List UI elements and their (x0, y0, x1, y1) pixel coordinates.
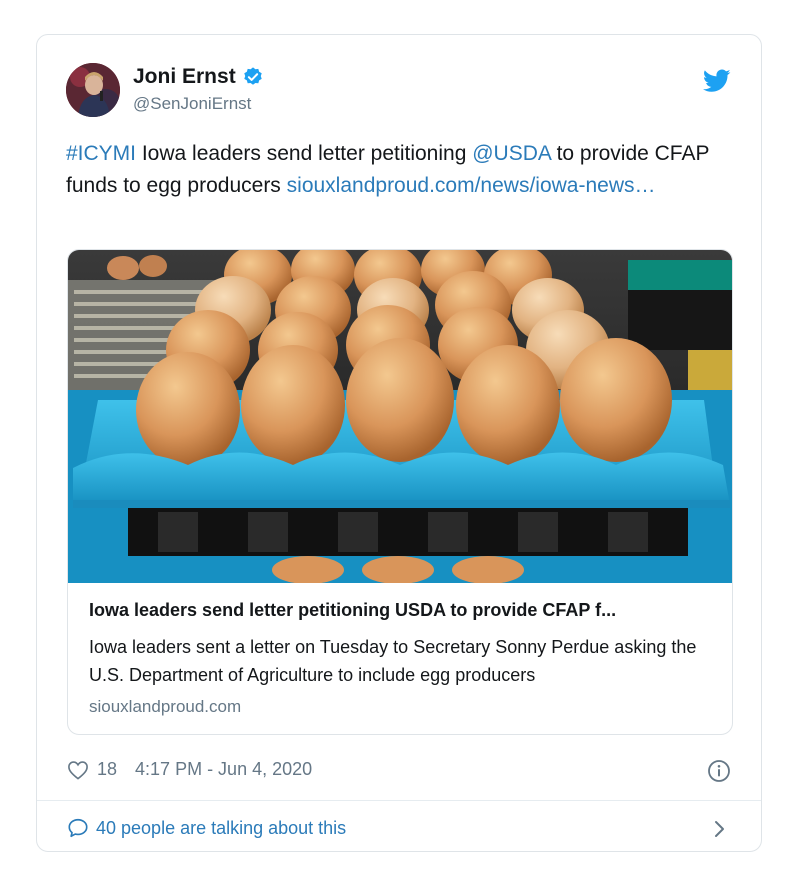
card-domain: siouxlandproud.com (89, 697, 242, 716)
divider (37, 800, 761, 801)
author-name[interactable]: Joni Ernst (133, 65, 236, 89)
twitter-bird-icon[interactable] (703, 69, 731, 93)
embedded-tweet: Joni Ernst @SenJoniErnst #ICYMI Iowa lea… (36, 34, 762, 852)
info-icon[interactable] (707, 759, 731, 783)
heart-icon[interactable] (67, 760, 89, 780)
timestamp[interactable]: 4:17 PM - Jun 4, 2020 (135, 759, 312, 780)
conversation-label[interactable]: 40 people are talking about this (96, 818, 346, 839)
link-preview-card[interactable]: Iowa leaders send letter petitioning USD… (67, 249, 733, 735)
conversation-link[interactable]: 40 people are talking about this (67, 817, 346, 839)
speech-bubble-icon (68, 818, 88, 838)
tweet-text-segment: Iowa leaders send letter petitioning (136, 142, 473, 165)
card-description: Iowa leaders sent a letter on Tuesday to… (89, 637, 697, 685)
avatar[interactable] (66, 63, 120, 117)
card-title[interactable]: Iowa leaders send letter petitioning USD… (89, 600, 719, 621)
author-name-row[interactable]: Joni Ernst (133, 65, 264, 89)
tweet-text: #ICYMI Iowa leaders send letter petition… (66, 138, 726, 202)
hashtag-link[interactable]: #ICYMI (66, 142, 136, 165)
author-handle[interactable]: @SenJoniErnst (133, 94, 251, 114)
tweet-meta: 18 4:17 PM - Jun 4, 2020 (67, 759, 312, 780)
like-count[interactable]: 18 (97, 759, 117, 780)
eggs-in-tray-photo (68, 250, 732, 583)
mention-link[interactable]: @USDA (472, 142, 551, 165)
avatar-photo (66, 63, 120, 117)
chevron-right-icon[interactable] (713, 819, 727, 839)
url-link[interactable]: siouxlandproud.com/news/iowa-news… (287, 174, 656, 197)
verified-badge-icon (243, 67, 262, 85)
